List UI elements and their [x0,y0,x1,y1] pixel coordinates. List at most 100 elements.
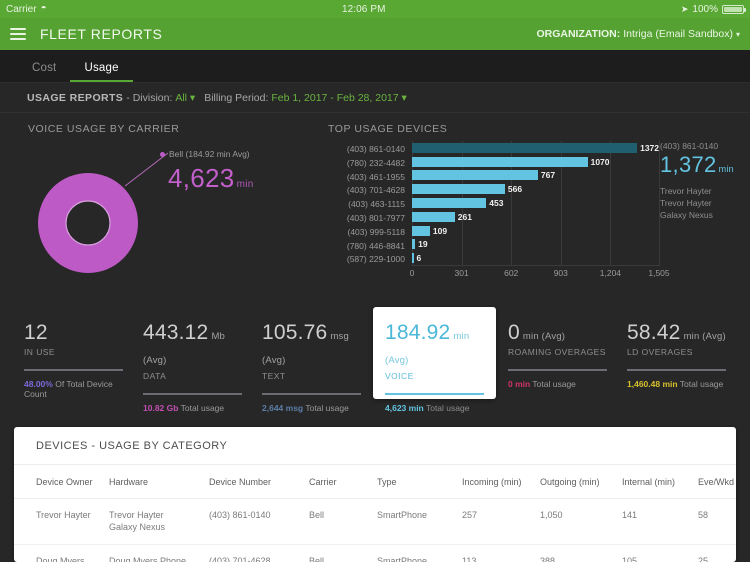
bar-label: (403) 463-1115 [348,199,405,210]
col-type[interactable]: Type [377,465,462,499]
tab-bar: Cost Usage [0,50,750,83]
fleet-reports-app: Carrier ◓ 12:06 PM ➤ 100% FLEET REPORTS … [0,0,750,562]
kpi-number: 105.76 msg (Avg) [262,321,361,369]
kpi-unit: min (Avg) [522,331,566,342]
bar-label: (587) 229-1000 [346,254,405,265]
kpi-row: 12 IN USE 48.00% Of Total Device Count 4… [0,301,750,413]
usage-reports-heading: USAGE REPORTS [27,91,124,104]
legend-color-swatch [160,151,165,157]
kpi-value: 184.92 [385,321,451,344]
bar-value: 261 [457,211,472,222]
bar-row[interactable]: 19 [412,238,660,252]
tab-usage[interactable]: Usage [70,62,133,82]
bar-value: 6 [416,253,422,264]
bar-value: 767 [540,170,556,181]
cell-carrier: Bell [309,498,377,545]
kpi-voice[interactable]: 184.92 min (Avg) VOICE 4,623 min Total us… [373,307,496,413]
filter-dash: - [126,91,130,104]
kpi-number: 184.92 min (Avg) [385,321,484,369]
kpi-value: 58.42 [627,321,681,344]
organization-value: Intriga (Email Sandbox) [623,28,733,40]
voice-chart-legend: Bell (184.92 min Avg) [160,149,250,159]
kpi-total: 10.82 Gb Total usage [143,403,242,413]
bar-row[interactable]: 453 [412,196,660,210]
voice-usage-chart: VOICE USAGE BY CARRIER Bell (184.92 min … [0,123,320,301]
devices-table: Device Owner Hardware Device Number Carr… [14,465,736,562]
bar-label: (403) 861-0140 [346,144,405,154]
bar-plot: 1372 1070 767 566 453 261 109 19 6 0 301… [410,141,670,280]
voice-donut-wrap: Bell (184.92 min Avg) 4,623 min [28,141,320,291]
chevron-down-icon: ▾ [735,29,740,39]
bar-row[interactable]: 566 [412,182,660,196]
selected-device-phone: (403) 861-0140 [660,141,719,151]
cell-type: SmartPhone [377,498,462,545]
kpi-value: 105.76 [262,321,328,344]
cell-type: SmartPhone [377,544,462,562]
table-row[interactable]: Doug Myers Doug Myers Phone Samsung GALA… [14,544,736,562]
bar-value: 109 [432,225,448,236]
tab-cost[interactable]: Cost [18,62,70,82]
col-hardware[interactable]: Hardware [109,465,209,499]
location-arrow-icon: ➤ [680,3,689,14]
col-carrier[interactable]: Carrier [309,465,377,499]
billing-period-value[interactable]: Feb 1, 2017 - Feb 28, 2017 [271,92,398,104]
col-outgoing[interactable]: Outgoing (min) [540,465,622,499]
kpi-rule [385,393,484,395]
voice-total-value: 4,623 min [168,163,254,194]
battery-percent: 100% [692,3,718,15]
col-device-number[interactable]: Device Number [209,465,309,499]
bar-row[interactable]: 6 [412,251,660,265]
organization-selector[interactable]: ORGANIZATION: Intriga (Email Sandbox) ▾ [536,28,740,40]
table-header-row: Device Owner Hardware Device Number Carr… [14,465,736,499]
legend-label: Bell (184.92 min Avg) [169,149,250,159]
bar-row[interactable]: 767 [412,169,660,183]
hamburger-menu-icon[interactable] [10,28,26,40]
kpi-total-value: 1,460.48 min [627,379,678,389]
table-row[interactable]: Trevor Hayter Trevor Hayter Galaxy Nexus… [14,498,736,545]
kpi-number: 443.12 Mb (Avg) [143,321,242,369]
kpi-roaming-overages[interactable]: 0 min (Avg) ROAMING OVERAGES 0 min Total … [498,307,617,397]
cell-internal: 105 [622,544,698,562]
kpi-data[interactable]: 443.12 Mb (Avg) DATA 10.82 Gb Total usage [133,307,252,413]
billing-chevron-down-icon[interactable]: ▾ [399,92,407,104]
cell-eve-wkd: 58 [698,498,736,545]
col-eve-wkd[interactable]: Eve/Wkd (min) [698,465,736,499]
col-incoming[interactable]: Incoming (min) [462,465,540,499]
cell-hardware: Doug Myers Phone Samsung GALAXY S4 [109,544,209,562]
billing-period-label: Billing Period: [204,91,269,104]
bar-row[interactable]: 1372 [412,141,660,155]
kpi-total: 0 min Total usage [508,379,607,389]
x-tick: 602 [504,268,519,279]
cell-outgoing: 1,050 [540,498,622,545]
division-chevron-down-icon[interactable]: ▾ [187,92,195,104]
bar-x-axis: 0 301 602 903 1,204 1,505 [410,266,670,280]
kpi-category: TEXT [262,371,286,381]
col-internal[interactable]: Internal (min) [622,465,698,499]
bar-row[interactable]: 261 [412,210,660,224]
x-tick: 1,505 [648,268,670,279]
voice-donut-svg[interactable] [30,163,160,285]
bar-row[interactable]: 109 [412,224,660,238]
battery-icon [722,4,746,14]
col-device-owner[interactable]: Device Owner [14,465,109,499]
kpi-text[interactable]: 105.76 msg (Avg) TEXT 2,644 msg Total usa… [252,307,371,413]
kpi-ld-overages[interactable]: 58.42 min (Avg) LD OVERAGES 1,460.48 min … [617,307,736,397]
division-value[interactable]: All [175,92,187,104]
charts-row: VOICE USAGE BY CARRIER Bell (184.92 min … [0,113,750,301]
kpi-in-use[interactable]: 12 IN USE 48.00% Of Total Device Count [14,307,133,399]
x-tick: 301 [454,268,469,279]
kpi-number: 12 [24,321,123,345]
kpi-total: 2,644 msg Total usage [262,403,361,413]
status-left: Carrier ◓ [6,4,47,15]
bar-row[interactable]: 1070 [412,155,660,169]
cell-eve-wkd: 25 [698,544,736,562]
bar-label: (780) 232-4482 [346,157,405,168]
voice-total-unit: min [236,179,254,190]
kpi-total: 1,460.48 min Total usage [627,379,726,389]
kpi-total-text: Total usage [532,379,576,389]
kpi-total: 48.00% Of Total Device Count [24,379,123,399]
devices-table-card: DEVICES - USAGE BY CATEGORY Device Owner… [14,427,736,562]
kpi-total-text: Total usage [425,403,470,413]
kpi-value: 443.12 [143,321,209,344]
selected-device-unit: min [718,164,734,174]
